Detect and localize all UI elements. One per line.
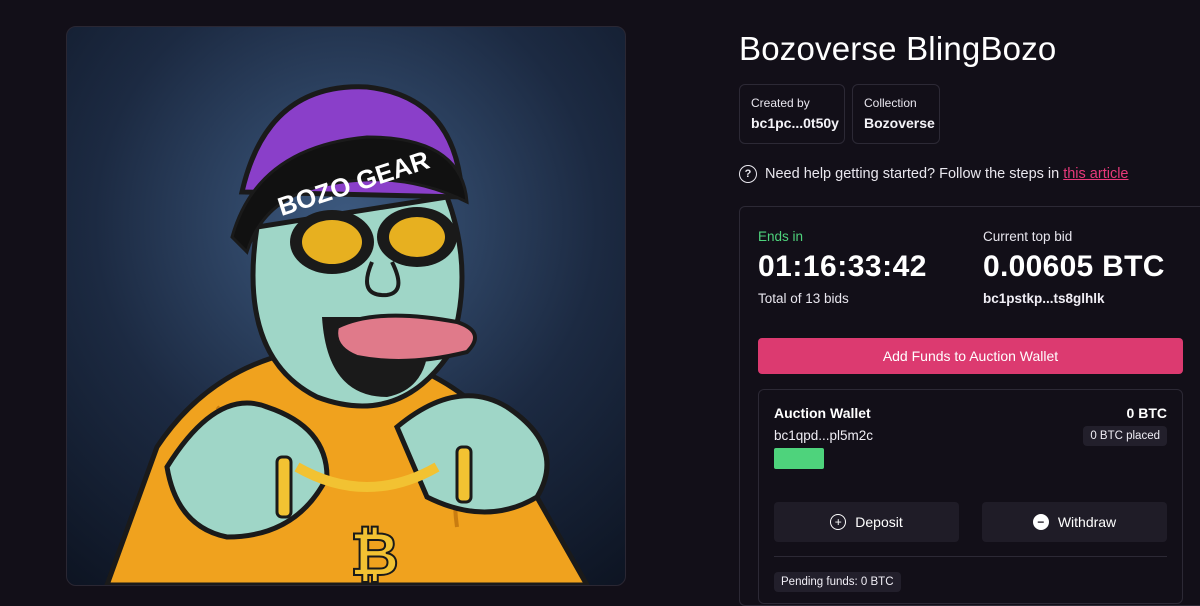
deposit-label: Deposit — [855, 514, 903, 530]
wallet-title: Auction Wallet — [774, 405, 871, 421]
help-line: ? Need help getting started? Follow the … — [739, 165, 1129, 183]
total-bids: Total of 13 bids — [758, 291, 849, 306]
top-bidder-address: bc1pstkp...ts8glhlk — [983, 291, 1105, 306]
collection-box[interactable]: Collection Bozoverse — [852, 84, 940, 144]
wallet-status-indicator — [774, 448, 824, 469]
nft-artwork[interactable]: BOZO GEAR ₿ — [66, 26, 626, 586]
creator-box[interactable]: Created by bc1pc...0t50y — [739, 84, 845, 144]
placed-badge: 0 BTC placed — [1083, 426, 1167, 446]
wallet-balance: 0 BTC — [1126, 405, 1167, 421]
divider — [774, 556, 1167, 557]
nft-illustration: BOZO GEAR ₿ — [104, 84, 590, 585]
pending-funds-badge: Pending funds: 0 BTC — [774, 572, 901, 592]
top-bid-label: Current top bid — [983, 229, 1073, 244]
ends-in-label: Ends in — [758, 229, 804, 244]
help-text: Need help getting started? Follow the st… — [765, 166, 1060, 182]
collection-label: Collection — [864, 96, 917, 110]
created-by-label: Created by — [751, 96, 810, 110]
collection-name: Bozoverse — [864, 115, 935, 131]
plus-circle-icon: + — [830, 514, 847, 530]
withdraw-label: Withdraw — [1057, 514, 1117, 530]
countdown-timer: 01:16:33:42 — [758, 250, 927, 283]
bitcoin-pendant: ₿ — [350, 520, 399, 585]
creator-address: bc1pc...0t50y — [751, 115, 839, 131]
add-funds-button[interactable]: Add Funds to Auction Wallet — [758, 338, 1183, 374]
nft-title: Bozoverse BlingBozo — [739, 30, 1057, 67]
deposit-button[interactable]: + Deposit — [774, 502, 959, 542]
top-bid-amount: 0.00605 BTC — [983, 250, 1165, 283]
minus-circle-icon: − — [1032, 514, 1049, 530]
help-article-link[interactable]: this article — [1063, 166, 1128, 182]
withdraw-button[interactable]: − Withdraw — [982, 502, 1167, 542]
question-circle-icon: ? — [739, 165, 757, 183]
wallet-address[interactable]: bc1qpd...pl5m2c — [774, 428, 873, 443]
